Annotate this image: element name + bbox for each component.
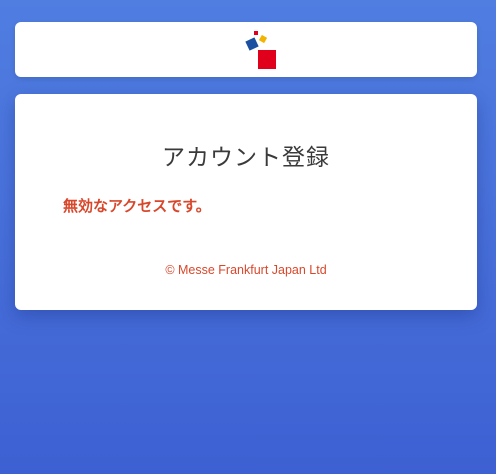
- header-card: [15, 22, 477, 77]
- copyright-text: © Messe Frankfurt Japan Ltd: [165, 263, 327, 277]
- messe-frankfurt-logo-icon: [245, 31, 276, 69]
- error-message: 無効なアクセスです。: [63, 197, 211, 215]
- page-title: アカウント登録: [162, 145, 330, 171]
- registration-card: アカウント登録 無効なアクセスです。 © Messe Frankfurt Jap…: [15, 94, 477, 310]
